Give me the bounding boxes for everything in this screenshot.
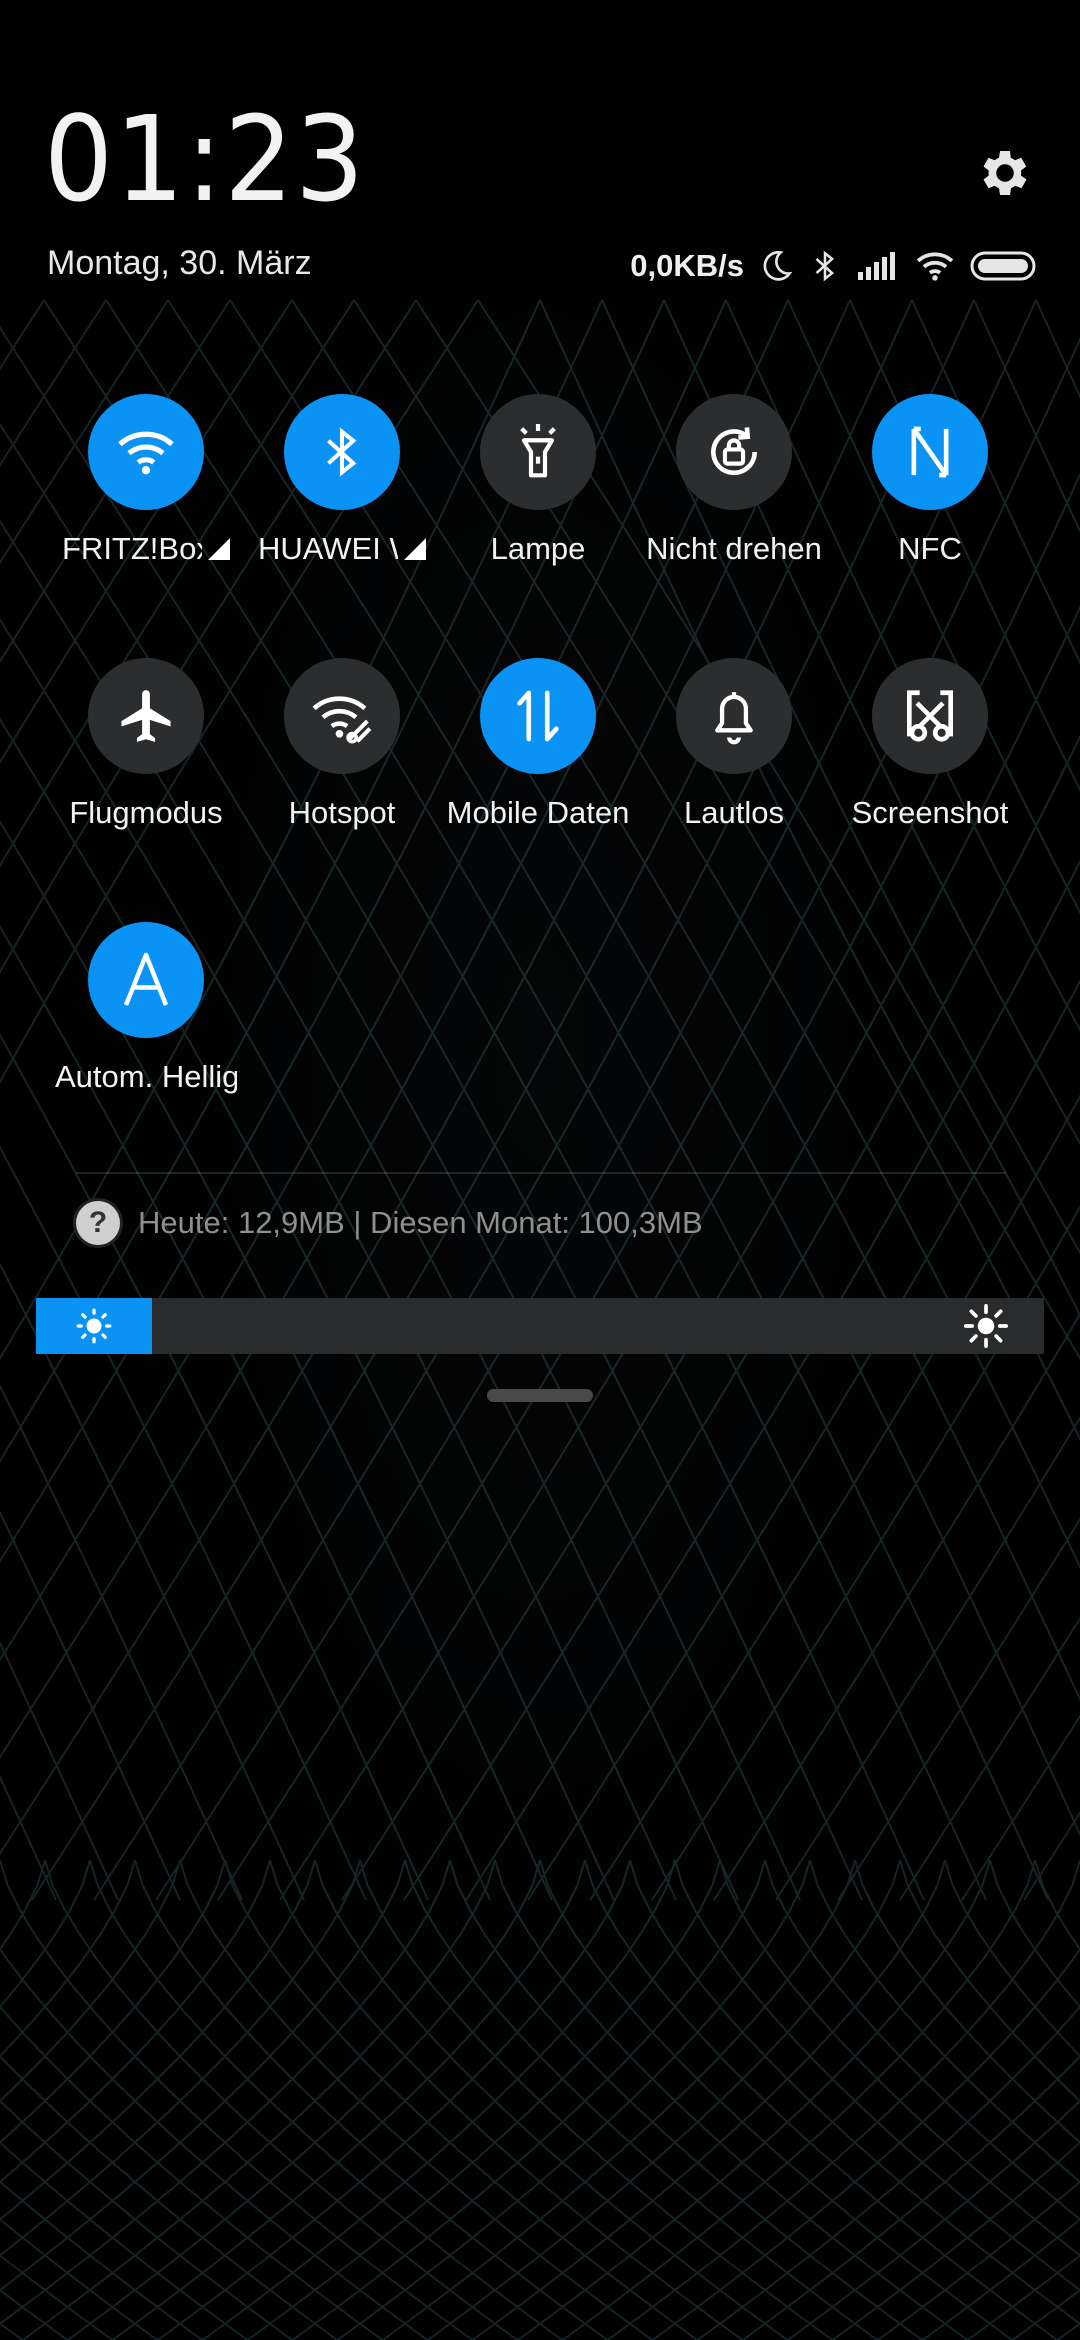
battery-icon (970, 250, 1038, 282)
tile-wifi[interactable]: FRITZ!Box (48, 394, 244, 614)
hotspot-icon[interactable] (284, 658, 400, 774)
tile-label: NFC (898, 531, 962, 566)
brightness-low-icon (76, 1308, 112, 1344)
tile-label: Autom. Helligkeit (55, 1059, 237, 1094)
wifi-icon (914, 249, 956, 283)
brightness-slider[interactable] (36, 1298, 1044, 1354)
tile-label: Hotspot (288, 795, 396, 830)
tile-silent[interactable]: Lautlos (636, 658, 832, 878)
notification-shade: 01:23 Montag, 30. März 0,0KB/s FRITZ!Box… (0, 0, 1080, 2340)
brightness-high-icon (964, 1304, 1008, 1348)
expand-arrow-icon[interactable] (404, 538, 426, 560)
bluetooth-icon (808, 247, 842, 285)
drag-handle[interactable] (487, 1389, 593, 1402)
nfc-icon[interactable] (872, 394, 988, 510)
network-speed: 0,0KB/s (630, 248, 744, 283)
tile-rotation-lock[interactable]: Nicht drehen (636, 394, 832, 614)
moon-icon (758, 248, 794, 284)
tile-flashlight[interactable]: Lampe (440, 394, 636, 614)
tile-nfc[interactable]: NFC (832, 394, 1028, 614)
tile-hotspot[interactable]: Hotspot (244, 658, 440, 878)
tile-screenshot[interactable]: Screenshot (832, 658, 1028, 878)
tile-bluetooth[interactable]: HUAWEI W (244, 394, 440, 614)
data-usage-text: Heute: 12,9MB | Diesen Monat: 100,3MB (138, 1205, 703, 1240)
tile-label: FRITZ!Box (62, 531, 230, 567)
flashlight-icon[interactable] (480, 394, 596, 510)
settings-gear-icon[interactable] (975, 143, 1035, 203)
tile-label: Mobile Daten (446, 795, 630, 830)
tile-label: Nicht drehen (646, 531, 822, 566)
screenshot-icon[interactable] (872, 658, 988, 774)
bluetooth-icon[interactable] (284, 394, 400, 510)
tile-label: Flugmodus (69, 795, 223, 830)
expand-arrow-icon[interactable] (208, 538, 230, 560)
date-label[interactable]: Montag, 30. März (47, 244, 312, 283)
mobile-data-icon[interactable] (480, 658, 596, 774)
divider (76, 1172, 1006, 1174)
tile-mobile-data[interactable]: Mobile Daten (440, 658, 636, 878)
auto-brightness-icon[interactable] (88, 922, 204, 1038)
rotation-lock-icon[interactable] (676, 394, 792, 510)
tile-auto-brightness[interactable]: Autom. Helligkeit (48, 922, 244, 1142)
data-usage-row[interactable]: ? Heute: 12,9MB | Diesen Monat: 100,3MB (76, 1198, 703, 1248)
help-icon[interactable]: ? (76, 1201, 120, 1245)
clock-time[interactable]: 01:23 (44, 100, 366, 218)
tile-airplane-mode[interactable]: Flugmodus (48, 658, 244, 878)
tile-label: Lampe (490, 531, 586, 566)
wifi-icon[interactable] (88, 394, 204, 510)
airplane-icon[interactable] (88, 658, 204, 774)
tile-label: Screenshot (851, 795, 1009, 830)
wallpaper-mesh (0, 299, 1080, 2340)
tile-label: HUAWEI W (258, 531, 426, 567)
signal-icon (856, 250, 900, 282)
bell-icon[interactable] (676, 658, 792, 774)
tile-label: Lautlos (684, 795, 784, 830)
status-bar: 0,0KB/s (630, 244, 1038, 288)
